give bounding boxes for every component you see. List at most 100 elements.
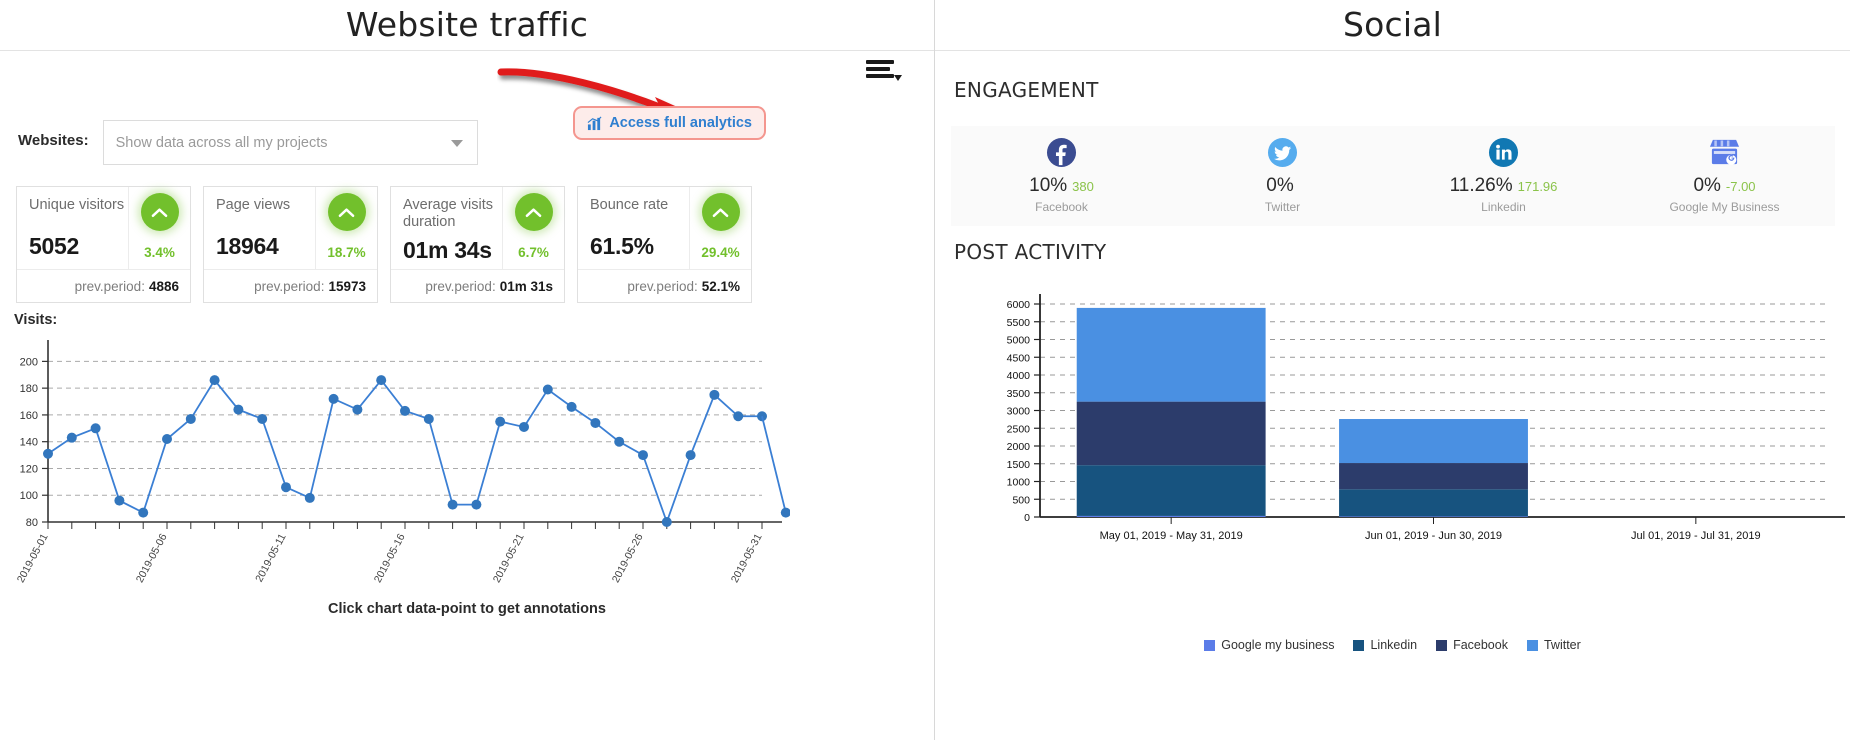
engagement-value-row: 10% 380 (1029, 175, 1094, 197)
post-activity-bar-chart[interactable]: 0 500 1000 1500 2000 2500 3000 3500 4000 4500 5000… (935, 282, 1850, 582)
hamburger-menu-icon[interactable] (866, 60, 902, 81)
card-top: Page views 18964 18.7% (204, 187, 377, 269)
stat-card-average-visits-duration: Average visits duration 01m 34s 6.7% pre… (390, 186, 565, 303)
engagement-delta: -7.00 (1725, 179, 1756, 194)
social-title: Social (1342, 5, 1443, 44)
svg-text:4000: 4000 (1007, 370, 1031, 382)
engagement-value: 0% (1693, 175, 1721, 196)
websites-selector-row: Websites: Show data across all my projec… (18, 120, 478, 165)
post-activity-section-label: POST ACTIVITY (954, 240, 1107, 264)
chevron-up-icon (712, 207, 729, 217)
legend-item[interactable]: Google my business (1204, 638, 1334, 652)
engagement-name: Twitter (1264, 200, 1301, 214)
svg-text:2019-05-11: 2019-05-11 (253, 532, 289, 585)
card-top: Unique visitors 5052 3.4% (17, 187, 190, 269)
card-top: Bounce rate 61.5% 29.4% (578, 187, 751, 269)
trend-up-badge (140, 193, 179, 231)
legend-label: Linkedin (1370, 638, 1418, 652)
facebook-icon (1046, 135, 1077, 169)
card-prev-period: prev.period: 01m 31s (391, 269, 564, 302)
engagement-item-google-my-business[interactable]: 0% -7.00 Google My Business (1614, 126, 1835, 226)
stat-card-unique-visitors: Unique visitors 5052 3.4% prev.period: 4… (16, 186, 191, 303)
legend-swatch (1436, 639, 1448, 651)
svg-text:2019-05-31: 2019-05-31 (729, 532, 765, 585)
card-right: 29.4% (689, 187, 751, 269)
trend-up-badge (327, 193, 366, 231)
websites-label: Websites: (18, 132, 89, 149)
engagement-name: Linkedin (1481, 200, 1526, 214)
card-left: Average visits duration 01m 34s (391, 187, 502, 269)
trend-up-badge (514, 193, 553, 231)
prev-period-label: prev.period: (254, 278, 325, 294)
prev-period-label: prev.period: (627, 278, 698, 294)
svg-text:80: 80 (26, 517, 38, 529)
engagement-item-facebook[interactable]: 10% 380 Facebook (951, 126, 1172, 226)
prev-period-value: 52.1% (701, 278, 740, 294)
twitter-icon (1267, 135, 1298, 169)
engagement-item-twitter[interactable]: 0% Twitter (1172, 126, 1393, 226)
svg-text:5000: 5000 (1007, 335, 1031, 347)
svg-text:100: 100 (20, 490, 38, 502)
title-divider (935, 50, 1850, 51)
chart-bar-icon (587, 116, 602, 130)
chevron-up-icon (525, 207, 542, 217)
engagement-item-linkedin[interactable]: 11.26% 171.96 Linkedin (1393, 126, 1614, 226)
svg-text:May 01, 2019 - May 31, 2019: May 01, 2019 - May 31, 2019 (1100, 530, 1243, 542)
engagement-value: 10% (1029, 175, 1068, 196)
stat-card-bounce-rate: Bounce rate 61.5% 29.4% prev.period: 52.… (577, 186, 752, 303)
engagement-value: 11.26% (1449, 175, 1513, 196)
svg-text:2000: 2000 (1007, 441, 1031, 453)
prev-period-label: prev.period: (425, 278, 496, 294)
card-title: Page views (216, 197, 291, 213)
engagement-value: 0% (1266, 175, 1294, 196)
engagement-delta: 171.96 (1517, 179, 1558, 194)
svg-text:2019-05-06: 2019-05-06 (134, 532, 170, 585)
card-percent: 29.4% (701, 245, 740, 260)
prev-period-value: 01m 31s (499, 278, 553, 294)
visits-line-chart[interactable]: 80 100 120 140 160 180 200 2019-05-01 2019-05-06… (0, 336, 790, 596)
card-percent: 3.4% (144, 245, 175, 260)
website-traffic-title: Website traffic (345, 5, 589, 44)
trend-up-badge (701, 193, 740, 231)
menu-bar-2 (866, 67, 890, 71)
legend-label: Facebook (1453, 638, 1508, 652)
google-my-business-icon (1708, 135, 1741, 169)
chevron-up-icon (338, 207, 355, 217)
legend-item[interactable]: Twitter (1526, 638, 1581, 652)
card-percent: 18.7% (327, 245, 366, 260)
card-left: Page views 18964 (204, 187, 315, 269)
svg-text:160: 160 (20, 410, 38, 422)
chevron-down-icon (894, 75, 902, 81)
card-percent: 6.7% (518, 245, 549, 260)
svg-text:2019-05-26: 2019-05-26 (610, 532, 646, 585)
legend-swatch (1353, 639, 1365, 651)
legend-item[interactable]: Linkedin (1353, 638, 1417, 652)
card-left: Bounce rate 61.5% (578, 187, 689, 269)
card-value: 18964 (216, 233, 279, 259)
legend-label: Twitter (1543, 638, 1581, 652)
card-title: Bounce rate (590, 197, 669, 213)
legend-label: Google my business (1221, 638, 1335, 652)
svg-text:1000: 1000 (1007, 477, 1031, 489)
card-value: 5052 (29, 233, 79, 259)
legend-swatch (1526, 639, 1538, 651)
engagement-name: Google My Business (1669, 200, 1780, 214)
card-prev-period: prev.period: 52.1% (578, 269, 751, 302)
svg-text:2019-05-01: 2019-05-01 (15, 532, 51, 585)
dashboard-root: Website traffic Access full analytics We… (0, 0, 1850, 740)
card-right: 6.7% (502, 187, 564, 269)
svg-text:3500: 3500 (1007, 388, 1031, 400)
svg-text:500: 500 (1012, 494, 1030, 506)
access-full-analytics-link[interactable]: Access full analytics (573, 106, 766, 140)
svg-text:1500: 1500 (1007, 459, 1031, 471)
engagement-value-row: 0% (1266, 175, 1298, 197)
svg-text:120: 120 (20, 463, 38, 475)
websites-select[interactable]: Show data across all my projects (102, 120, 478, 165)
post-activity-legend: Google my business Linkedin Facebook Twitte… (935, 638, 1850, 652)
svg-text:0: 0 (1024, 512, 1030, 524)
chevron-down-icon (450, 139, 463, 147)
websites-select-value: Show data across all my projects (115, 134, 328, 151)
svg-text:2500: 2500 (1007, 423, 1031, 435)
social-panel: Social ENGAGEMENT 10% 380 Facebook 0% Tw… (935, 0, 1850, 740)
legend-item[interactable]: Facebook (1436, 638, 1508, 652)
